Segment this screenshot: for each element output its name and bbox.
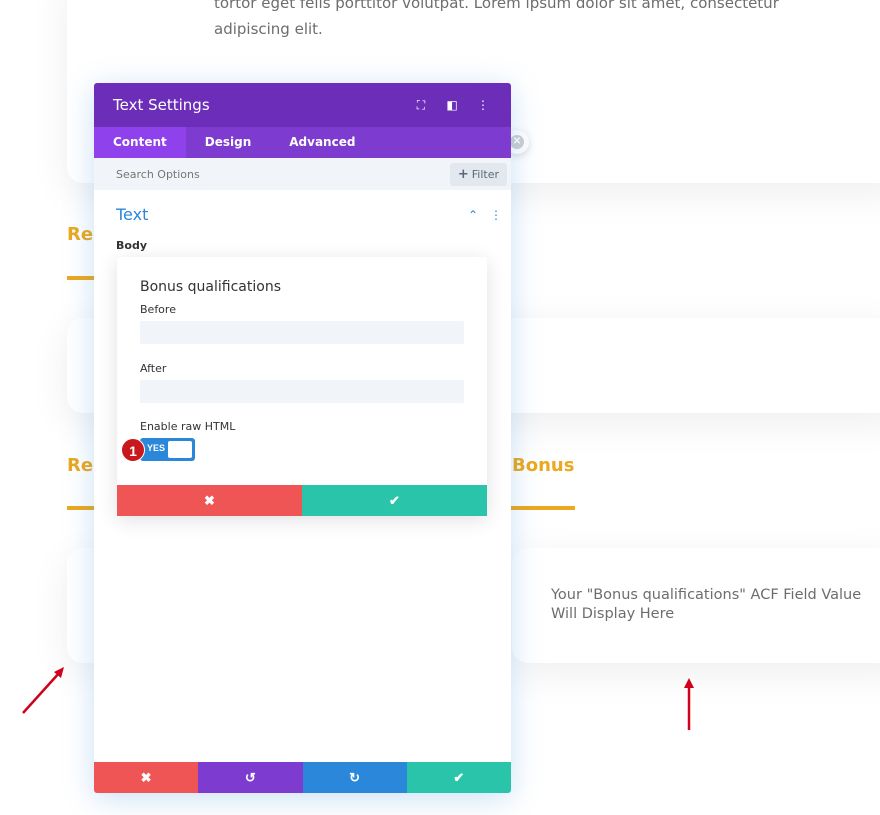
tab-advanced[interactable]: Advanced — [270, 127, 374, 158]
layout-icon[interactable]: ◧ — [443, 98, 461, 112]
more-icon[interactable]: ⋮ — [474, 98, 492, 112]
raw-html-label: Enable raw HTML — [140, 420, 236, 433]
before-label: Before — [140, 303, 176, 316]
heading-underline-1 — [67, 276, 97, 280]
close-icon: ✕ — [510, 135, 524, 149]
more-vertical-icon[interactable]: ⋮ — [490, 208, 502, 222]
search-options-input[interactable] — [116, 167, 416, 181]
section-controls: ⌃ ⋮ — [468, 208, 502, 222]
section-heading-2: Re — [67, 455, 94, 476]
arrow-up-right-icon — [22, 667, 64, 714]
before-input[interactable] — [140, 321, 464, 344]
toggle-knob — [168, 441, 192, 458]
raw-html-toggle[interactable]: YES — [140, 438, 195, 461]
focus-icon[interactable]: ⛶ — [412, 98, 430, 113]
popup-footer: ✖ ✔ — [117, 485, 487, 516]
acf-field-placeholder-text: Your "Bonus qualifications" ACF Field Va… — [551, 587, 862, 622]
heading-underline-2 — [67, 506, 97, 510]
tab-design[interactable]: Design — [186, 127, 271, 158]
filter-label: Filter — [471, 167, 499, 181]
text-section-header[interactable]: Text ⌃ ⋮ — [116, 205, 502, 224]
dynamic-field-popup: Bonus qualifications Before After Enable… — [117, 257, 487, 516]
save-button[interactable]: ✔ — [406, 762, 511, 793]
search-row: +Filter — [94, 158, 511, 190]
toggle-yes-text: YES — [147, 443, 166, 453]
right-card: Your "Bonus qualifications" ACF Field Va… — [512, 548, 880, 663]
filter-button[interactable]: + Filter — [449, 162, 507, 186]
popup-confirm-button[interactable]: ✔ — [302, 485, 487, 516]
tab-content[interactable]: Content — [94, 127, 186, 158]
heading-underline-3 — [511, 506, 575, 510]
plus-icon: + — [457, 166, 469, 182]
discard-button[interactable]: ✖ — [94, 762, 199, 793]
tabs: Content Design Advanced — [94, 127, 511, 158]
step-badge: 1 — [121, 438, 145, 462]
modal-title: Text Settings — [113, 96, 210, 114]
redo-button[interactable]: ↻ — [302, 762, 407, 793]
header-icons: ⛶ ◧ ⋮ — [412, 98, 492, 113]
arrow-up-icon — [684, 678, 694, 730]
popup-cancel-button[interactable]: ✖ — [117, 485, 302, 516]
after-label: After — [140, 362, 167, 375]
popup-title: Bonus qualifications — [140, 279, 281, 295]
after-input[interactable] — [140, 380, 464, 403]
section-title: Text — [116, 205, 149, 224]
section-heading-3: Bonus — [512, 455, 575, 476]
top-card-text: tortor eget felis porttitor volutpat. Lo… — [214, 0, 779, 38]
undo-button[interactable]: ↺ — [198, 762, 303, 793]
section-heading-1: Re — [67, 224, 94, 245]
chevron-up-icon[interactable]: ⌃ — [468, 208, 478, 222]
modal-header: Text Settings ⛶ ◧ ⋮ — [94, 83, 511, 127]
modal-footer: ✖ ↺ ↻ ✔ — [94, 762, 511, 793]
body-label: Body — [116, 239, 147, 252]
page: tortor eget felis porttitor volutpat. Lo… — [0, 0, 880, 815]
